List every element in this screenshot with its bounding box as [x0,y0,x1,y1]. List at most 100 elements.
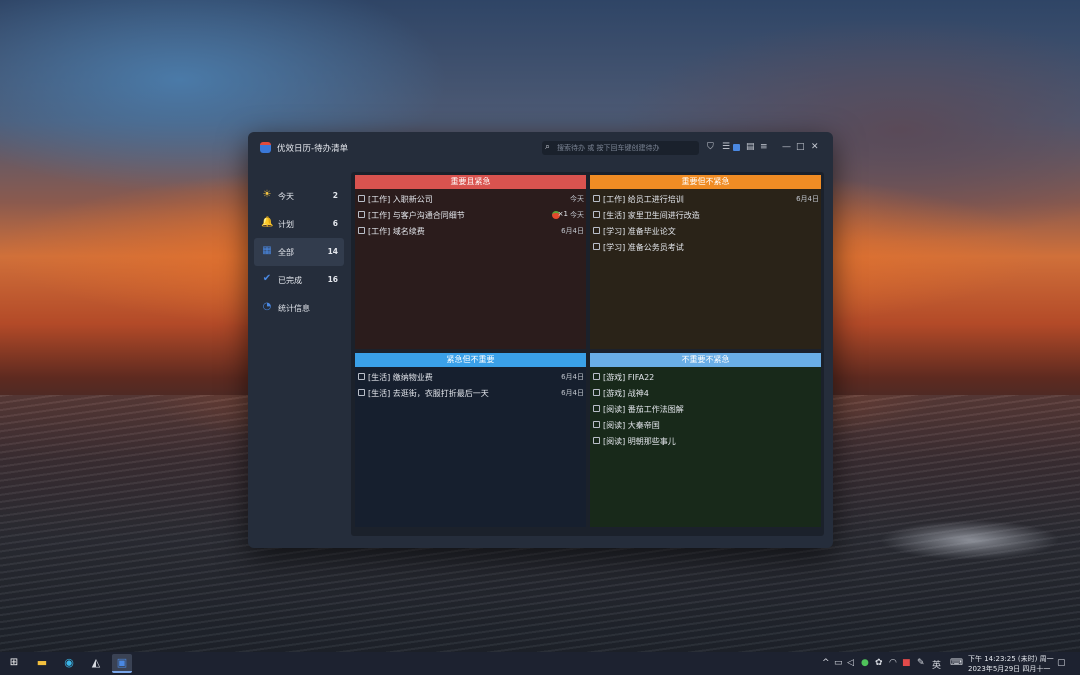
task-title: [工作] 域名续费 [368,227,425,236]
sidebar-item-count: 14 [327,247,338,256]
sidebar-item-stats[interactable]: ◔ 统计信息 [254,294,344,322]
quadrant-board: 重要且紧急 [工作] 入职新公司 今天 [工作] 与客户沟通合同细节 ×1 今天… [351,172,824,536]
task-item[interactable]: [学习] 准备毕业论文 [590,223,821,239]
task-item[interactable]: [游戏] FIFA22 [590,369,821,385]
sidebar-item-label: 全部 [278,248,294,257]
task-checkbox[interactable] [358,373,365,380]
sidebar-item-all[interactable]: ▦ 全部 14 [254,238,344,266]
sidebar-item-plan[interactable]: 🔔 计划 6 [254,210,344,238]
task-due-date: 6月4日 [561,389,584,397]
taskbar-calendar-app[interactable]: ▣ [112,654,132,673]
sidebar-item-label: 已完成 [278,276,302,285]
quadrant-urgent-not-important: 紧急但不重要 [生活] 缴纳物业费 6月4日 [生活] 去逛街，衣服打折最后一天… [355,353,586,527]
task-checkbox[interactable] [593,243,600,250]
sidebar-item-label: 统计信息 [278,304,310,313]
task-checkbox[interactable] [358,195,365,202]
ime-indicator[interactable]: 英 [932,658,941,671]
task-item[interactable]: [阅读] 番茄工作法图解 [590,401,821,417]
clock-date[interactable]: 2023年5月29日 四月十一 [968,664,1050,674]
task-item[interactable]: [生活] 家里卫生间进行改造 [590,207,821,223]
task-title: [阅读] 番茄工作法图解 [603,405,684,414]
mask-app-icon: ◭ [91,656,101,669]
menu-icon[interactable]: ≡ [760,141,768,153]
quadrant-task-list[interactable]: [游戏] FIFA22 [游戏] 战神4 [阅读] 番茄工作法图解 [阅读] 大… [590,367,821,527]
pomodoro-count: ×1 [557,210,568,218]
task-checkbox[interactable] [593,211,600,218]
sun-icon: ☀ [262,189,272,200]
task-checkbox[interactable] [593,389,600,396]
task-title: [工作] 给员工进行培训 [603,195,684,204]
pie-chart-icon: ◔ [262,301,272,312]
tray-app-icon[interactable]: ✿ [875,658,883,668]
notification-icon[interactable]: ▢ [1057,658,1066,668]
search-input[interactable] [557,142,695,154]
quadrant-important-urgent: 重要且紧急 [工作] 入职新公司 今天 [工作] 与客户沟通合同细节 ×1 今天… [355,175,586,349]
taskbar-edge[interactable]: ◉ [59,654,79,673]
task-checkbox[interactable] [593,195,600,202]
quadrant-header: 重要但不紧急 [590,175,821,189]
list-view-icon[interactable]: ☰ [722,141,730,153]
close-icon[interactable]: ✕ [811,141,819,153]
filter-icon[interactable]: ⛉ [707,141,714,153]
sidebar-item-today[interactable]: ☀ 今天 2 [254,182,344,210]
wechat-icon[interactable]: ● [861,658,869,668]
task-checkbox[interactable] [593,405,600,412]
start-button[interactable]: ⊞ [4,654,24,673]
battery-icon[interactable]: ▭ [834,658,843,668]
task-item[interactable]: [工作] 与客户沟通合同细节 ×1 今天 [355,207,586,223]
clock-time[interactable]: 下午 14:23:25 (未时) 周一 [968,654,1054,664]
sidebar-item-label: 计划 [278,220,294,229]
quadrant-header: 紧急但不重要 [355,353,586,367]
task-title: [游戏] 战神4 [603,389,649,398]
quadrant-not-important-not-urgent: 不重要不紧急 [游戏] FIFA22 [游戏] 战神4 [阅读] 番茄工作法图解… [590,353,821,527]
task-title: [工作] 与客户沟通合同细节 [368,211,465,220]
calendar-app-icon: ▣ [116,656,128,669]
task-item[interactable]: [生活] 去逛街，衣服打折最后一天 6月4日 [355,385,586,401]
check-circle-icon: ✔ [262,273,272,284]
volume-icon[interactable]: ◁ [847,658,854,668]
title-bar[interactable]: 优效日历-待办清单 ⌕ ⛉ ☰ ▤ ≡ — □ ✕ [248,132,833,164]
task-item[interactable]: [生活] 缴纳物业费 6月4日 [355,369,586,385]
bell-icon: 🔔 [261,217,274,228]
sidebar-item-count: 2 [332,191,338,200]
pen-icon[interactable]: ✎ [917,658,925,668]
quadrant-header: 不重要不紧急 [590,353,821,367]
quadrant-task-list[interactable]: [工作] 给员工进行培训 6月4日 [生活] 家里卫生间进行改造 [学习] 准备… [590,189,821,349]
task-title: [学习] 准备公务员考试 [603,243,684,252]
sidebar-item-completed[interactable]: ✔ 已完成 16 [254,266,344,294]
calendar-app-icon [260,142,271,153]
minimize-icon[interactable]: — [782,141,791,153]
task-checkbox[interactable] [358,389,365,396]
tray-chevron-icon[interactable]: ^ [822,658,830,668]
taskbar-file-explorer[interactable]: ▬ [32,654,52,673]
quadrant-task-list[interactable]: [工作] 入职新公司 今天 [工作] 与客户沟通合同细节 ×1 今天 [工作] … [355,189,586,349]
search-box[interactable]: ⌕ [542,141,699,155]
network-icon[interactable]: ◠ [889,658,897,668]
taskbar-app[interactable]: ◭ [86,654,106,673]
maximize-icon[interactable]: □ [796,141,805,153]
task-title: [生活] 家里卫生间进行改造 [603,211,700,220]
window-title: 优效日历-待办清单 [277,144,349,154]
task-item[interactable]: [阅读] 大秦帝国 [590,417,821,433]
task-checkbox[interactable] [358,227,365,234]
task-checkbox[interactable] [358,211,365,218]
quadrant-task-list[interactable]: [生活] 缴纳物业费 6月4日 [生活] 去逛街，衣服打折最后一天 6月4日 [355,367,586,527]
quadrant-view-icon[interactable] [733,144,740,151]
task-item[interactable]: [工作] 入职新公司 今天 [355,191,586,207]
task-checkbox[interactable] [593,227,600,234]
task-checkbox[interactable] [593,437,600,444]
task-item[interactable]: [学习] 准备公务员考试 [590,239,821,255]
task-checkbox[interactable] [593,421,600,428]
sidebar: ☀ 今天 2 🔔 计划 6 ▦ 全部 14 ✔ 已完成 16 ◔ 统计信息 [254,182,344,322]
task-checkbox[interactable] [593,373,600,380]
taskbar: ⊞ ▬ ◉ ◭ ▣ ^ ▭ ◁ ● ✿ ◠ ■ ✎ 英 ⌨ 下午 14:23:2… [0,652,1080,675]
archive-icon[interactable]: ▤ [746,141,755,153]
task-item[interactable]: [工作] 给员工进行培训 6月4日 [590,191,821,207]
tray-red-app-icon[interactable]: ■ [902,658,911,668]
task-item[interactable]: [阅读] 明朝那些事儿 [590,433,821,449]
task-item[interactable]: [游戏] 战神4 [590,385,821,401]
task-title: [阅读] 明朝那些事儿 [603,437,676,446]
task-item[interactable]: [工作] 域名续费 6月4日 [355,223,586,239]
keyboard-icon[interactable]: ⌨ [950,658,963,668]
sidebar-item-label: 今天 [278,192,294,201]
